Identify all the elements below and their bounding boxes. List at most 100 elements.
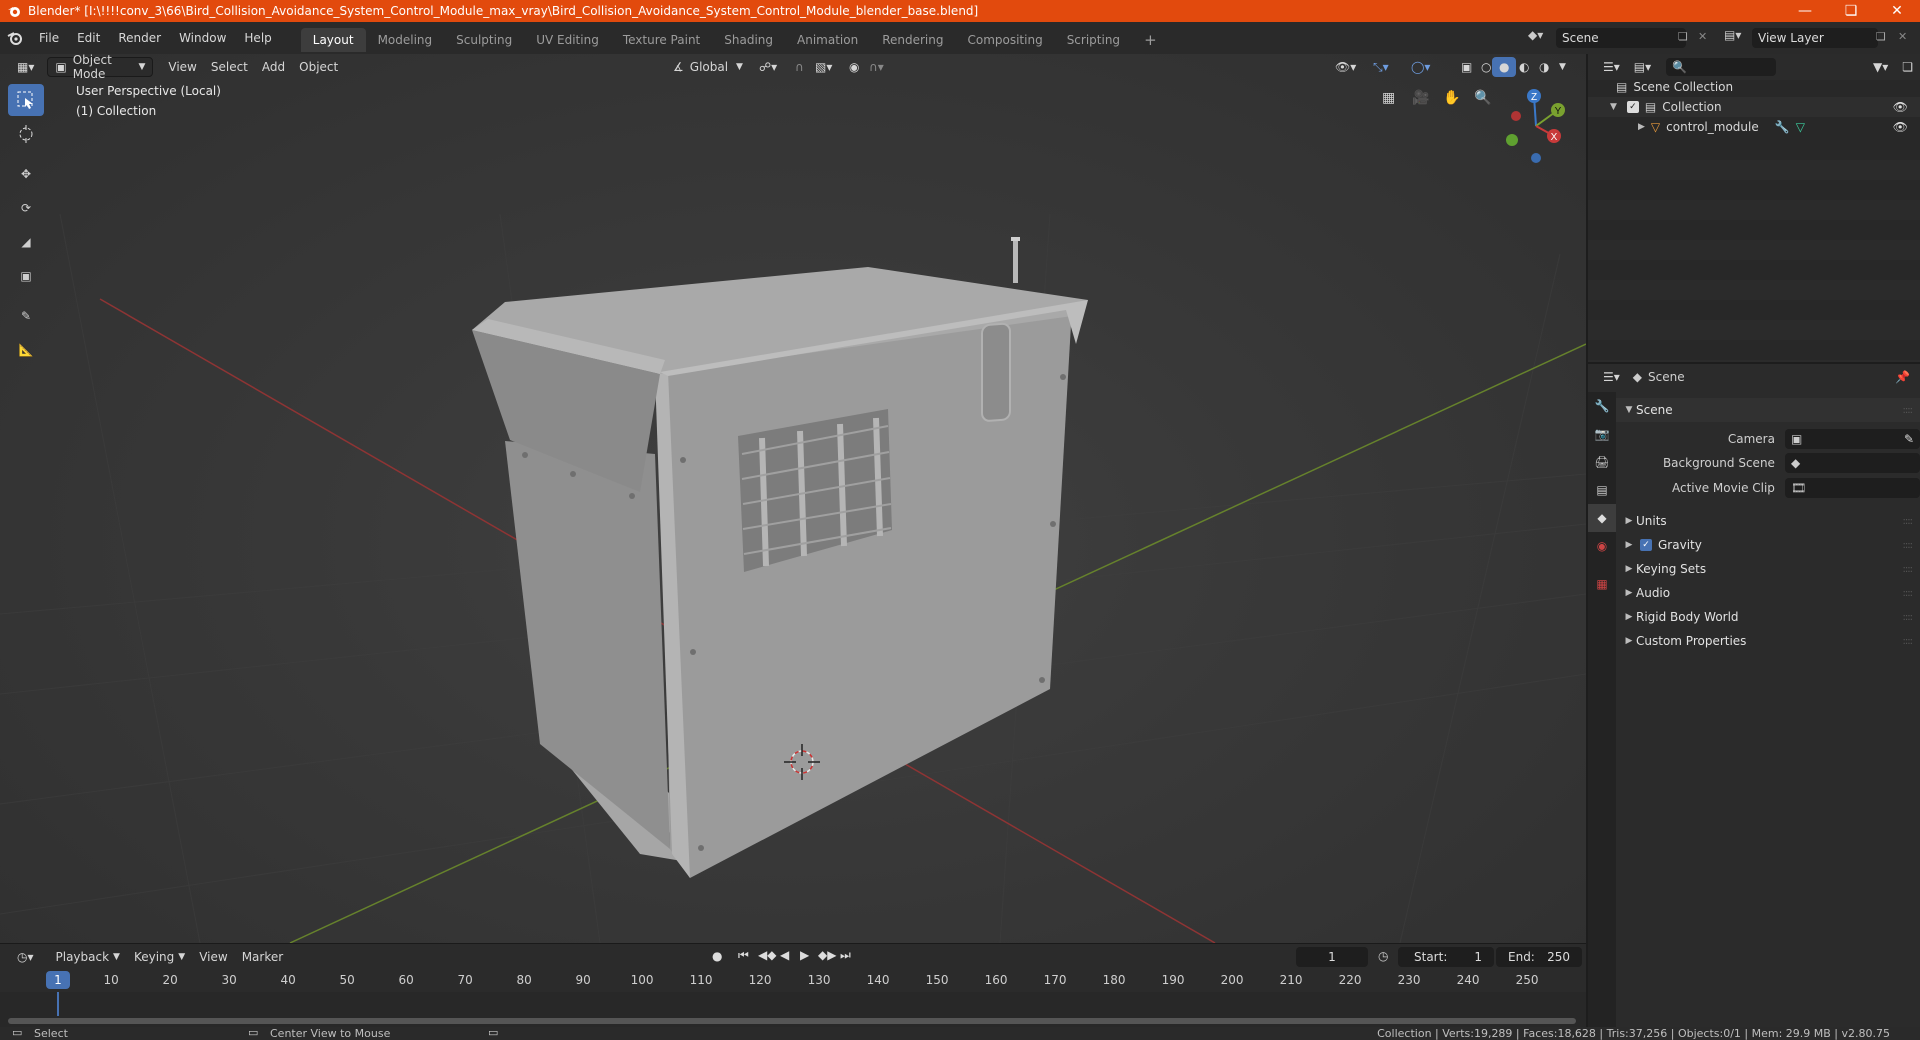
shading-options-icon[interactable]: ▼ — [1552, 57, 1573, 77]
camera-field[interactable]: ▣ ✎ — [1784, 429, 1920, 449]
visibility-eye-icon[interactable]: 👁 — [1893, 120, 1908, 134]
properties-editor-type-icon[interactable]: ☰▾ — [1596, 367, 1627, 387]
remove-scene-icon[interactable]: ✕ — [1698, 30, 1707, 43]
drag-grip-icon[interactable]: :::: — [1903, 636, 1914, 647]
timeline-editor-type-icon[interactable]: ◷▾ — [10, 947, 41, 967]
menu-marker[interactable]: Marker — [235, 947, 290, 967]
current-frame-field[interactable]: 1 — [1296, 947, 1368, 967]
display-mode-icon[interactable]: ▤▾ — [1627, 57, 1658, 77]
tab-scripting[interactable]: Scripting — [1055, 28, 1132, 52]
menu-playback[interactable]: Playback ▼ — [49, 947, 127, 967]
clock-icon[interactable]: ◷ — [1378, 949, 1388, 963]
expand-arrow-icon[interactable]: ▼ — [1610, 102, 1617, 112]
menu-render[interactable]: Render — [109, 22, 170, 54]
close-icon[interactable]: ✕ — [1874, 0, 1920, 22]
view-layer-selector[interactable]: View Layer — [1752, 28, 1878, 48]
end-frame-field[interactable]: End: 250 — [1496, 947, 1582, 967]
add-workspace-icon[interactable]: + — [1132, 28, 1169, 52]
panel-audio[interactable]: ▶ Audio :::: — [1616, 581, 1920, 605]
new-view-layer-icon[interactable]: ❏ — [1876, 30, 1886, 43]
panel-rigid-body-world[interactable]: ▶ Rigid Body World :::: — [1616, 605, 1920, 629]
panel-keying-sets[interactable]: ▶ Keying Sets :::: — [1616, 557, 1920, 581]
camera-icon[interactable]: 🎥 — [1412, 90, 1429, 106]
filter-icon[interactable]: ▼▾ — [1866, 57, 1895, 77]
jump-end-icon[interactable]: ⏭ — [840, 948, 851, 963]
tab-compositing[interactable]: Compositing — [955, 28, 1054, 52]
panel-gravity[interactable]: ▶ ✓ Gravity :::: — [1616, 533, 1920, 557]
view-layer-tab-icon[interactable]: ▤ — [1588, 476, 1616, 504]
modifier-wrench-icon[interactable]: 🔧 — [1775, 120, 1790, 134]
editor-type-icon[interactable]: ▦▾ — [10, 57, 41, 77]
movie-clip-field[interactable]: 🎞 — [1784, 478, 1920, 498]
visibility-icon[interactable]: 👁▾ — [1328, 57, 1363, 77]
menu-select[interactable]: Select — [204, 57, 255, 77]
pin-icon[interactable]: 📌 — [1895, 370, 1910, 384]
prev-keyframe-icon[interactable]: ◀◆ — [758, 948, 776, 962]
menu-keying[interactable]: Keying ▼ — [127, 947, 192, 967]
tool-tab-icon[interactable]: 🔧 — [1588, 392, 1616, 420]
transform-tool-icon[interactable]: ▣ — [8, 260, 44, 292]
menu-object[interactable]: Object — [292, 57, 345, 77]
timeline-body[interactable] — [0, 992, 1586, 1028]
tab-rendering[interactable]: Rendering — [870, 28, 955, 52]
transform-orientation-dropdown[interactable]: ∡ Global ▼ — [666, 57, 750, 77]
drag-grip-icon[interactable]: :::: — [1903, 540, 1914, 551]
outliner-editor-type-icon[interactable]: ☰▾ — [1596, 57, 1627, 77]
3d-viewport[interactable]: ▦▾ ▣ Object Mode ▼ View Select Add Objec… — [0, 54, 1586, 943]
tab-animation[interactable]: Animation — [785, 28, 870, 52]
menu-view[interactable]: View — [161, 57, 203, 77]
timeline-scrollbar[interactable] — [8, 1018, 1576, 1024]
timeline-ruler[interactable]: 1 10 20 30 40 50 60 70 80 90 100 110 120 130 140 150 160… — [0, 970, 1586, 992]
measure-tool-icon[interactable]: 📐 — [8, 334, 44, 366]
panel-units[interactable]: ▶ Units :::: — [1616, 509, 1920, 533]
visibility-eye-icon[interactable]: 👁 — [1893, 100, 1908, 114]
navigation-gizmo[interactable]: Z Y X — [1496, 86, 1576, 166]
world-tab-icon[interactable]: ◉ — [1588, 532, 1616, 560]
menu-edit[interactable]: Edit — [68, 22, 109, 54]
outliner-search-input[interactable]: 🔍 — [1666, 58, 1777, 76]
drag-grip-icon[interactable]: :::: — [1903, 612, 1914, 623]
drag-grip-icon[interactable]: :::: — [1903, 564, 1914, 575]
new-collection-icon[interactable]: ❏ — [1895, 57, 1920, 77]
snap-target-icon[interactable]: ▧▾ — [808, 57, 839, 77]
render-tab-icon[interactable]: 📷 — [1588, 420, 1616, 448]
menu-file[interactable]: File — [30, 22, 68, 54]
menu-timeline-view[interactable]: View — [192, 947, 234, 967]
jump-start-icon[interactable]: ⏮ — [738, 948, 749, 963]
mesh-data-icon[interactable]: ▽ — [1796, 120, 1805, 134]
zoom-icon[interactable]: 🔍 — [1474, 90, 1491, 106]
minimize-icon[interactable]: — — [1782, 0, 1828, 22]
cursor-tool-icon[interactable] — [8, 118, 44, 150]
restore-icon[interactable]: ❏ — [1828, 0, 1874, 22]
background-scene-field[interactable]: ◆ — [1784, 453, 1920, 473]
eyedropper-icon[interactable]: ✎ — [1904, 432, 1914, 446]
blender-menu-icon[interactable] — [0, 31, 30, 45]
play-reverse-icon[interactable]: ◀ — [780, 948, 789, 962]
mode-dropdown[interactable]: ▣ Object Mode ▼ — [47, 54, 154, 81]
menu-add[interactable]: Add — [255, 57, 292, 77]
pan-hand-icon[interactable]: ✋ — [1443, 90, 1460, 106]
exclude-checkbox[interactable]: ✓ — [1626, 101, 1639, 113]
panel-custom-properties[interactable]: ▶ Custom Properties :::: — [1616, 629, 1920, 653]
scale-tool-icon[interactable]: ◢ — [8, 226, 44, 258]
tab-uv-editing[interactable]: UV Editing — [524, 28, 611, 52]
gizmo-icon[interactable]: ⤡▾ — [1366, 57, 1396, 77]
panel-scene[interactable]: ▼ Scene :::: — [1616, 398, 1920, 422]
new-scene-icon[interactable]: ❏ — [1678, 30, 1688, 43]
move-tool-icon[interactable]: ✥ — [8, 158, 44, 190]
gravity-checkbox[interactable]: ✓ — [1640, 539, 1652, 551]
play-icon[interactable]: ▶ — [800, 948, 809, 962]
tab-modeling[interactable]: Modeling — [366, 28, 445, 52]
output-tab-icon[interactable]: 🖨 — [1588, 448, 1616, 476]
overlays-icon[interactable]: ◯▾ — [1404, 57, 1437, 77]
annotate-tool-icon[interactable]: ✎ — [8, 300, 44, 332]
start-frame-field[interactable]: Start: 1 — [1398, 947, 1494, 967]
scene-icon[interactable]: ◆▾ — [1528, 28, 1543, 42]
tab-texture-paint[interactable]: Texture Paint — [611, 28, 712, 52]
drag-grip-icon[interactable]: :::: — [1903, 405, 1914, 416]
view-layer-icon[interactable]: ▤▾ — [1724, 28, 1741, 42]
outliner-row-control-module[interactable]: ▶ ▽ control_module 🔧 ▽ 👁 — [1588, 117, 1920, 137]
toggle-camera-view-icon[interactable]: ▦ — [1382, 90, 1395, 106]
texture-tab-icon[interactable]: ▦ — [1588, 570, 1616, 598]
select-box-tool-icon[interactable] — [8, 84, 44, 116]
